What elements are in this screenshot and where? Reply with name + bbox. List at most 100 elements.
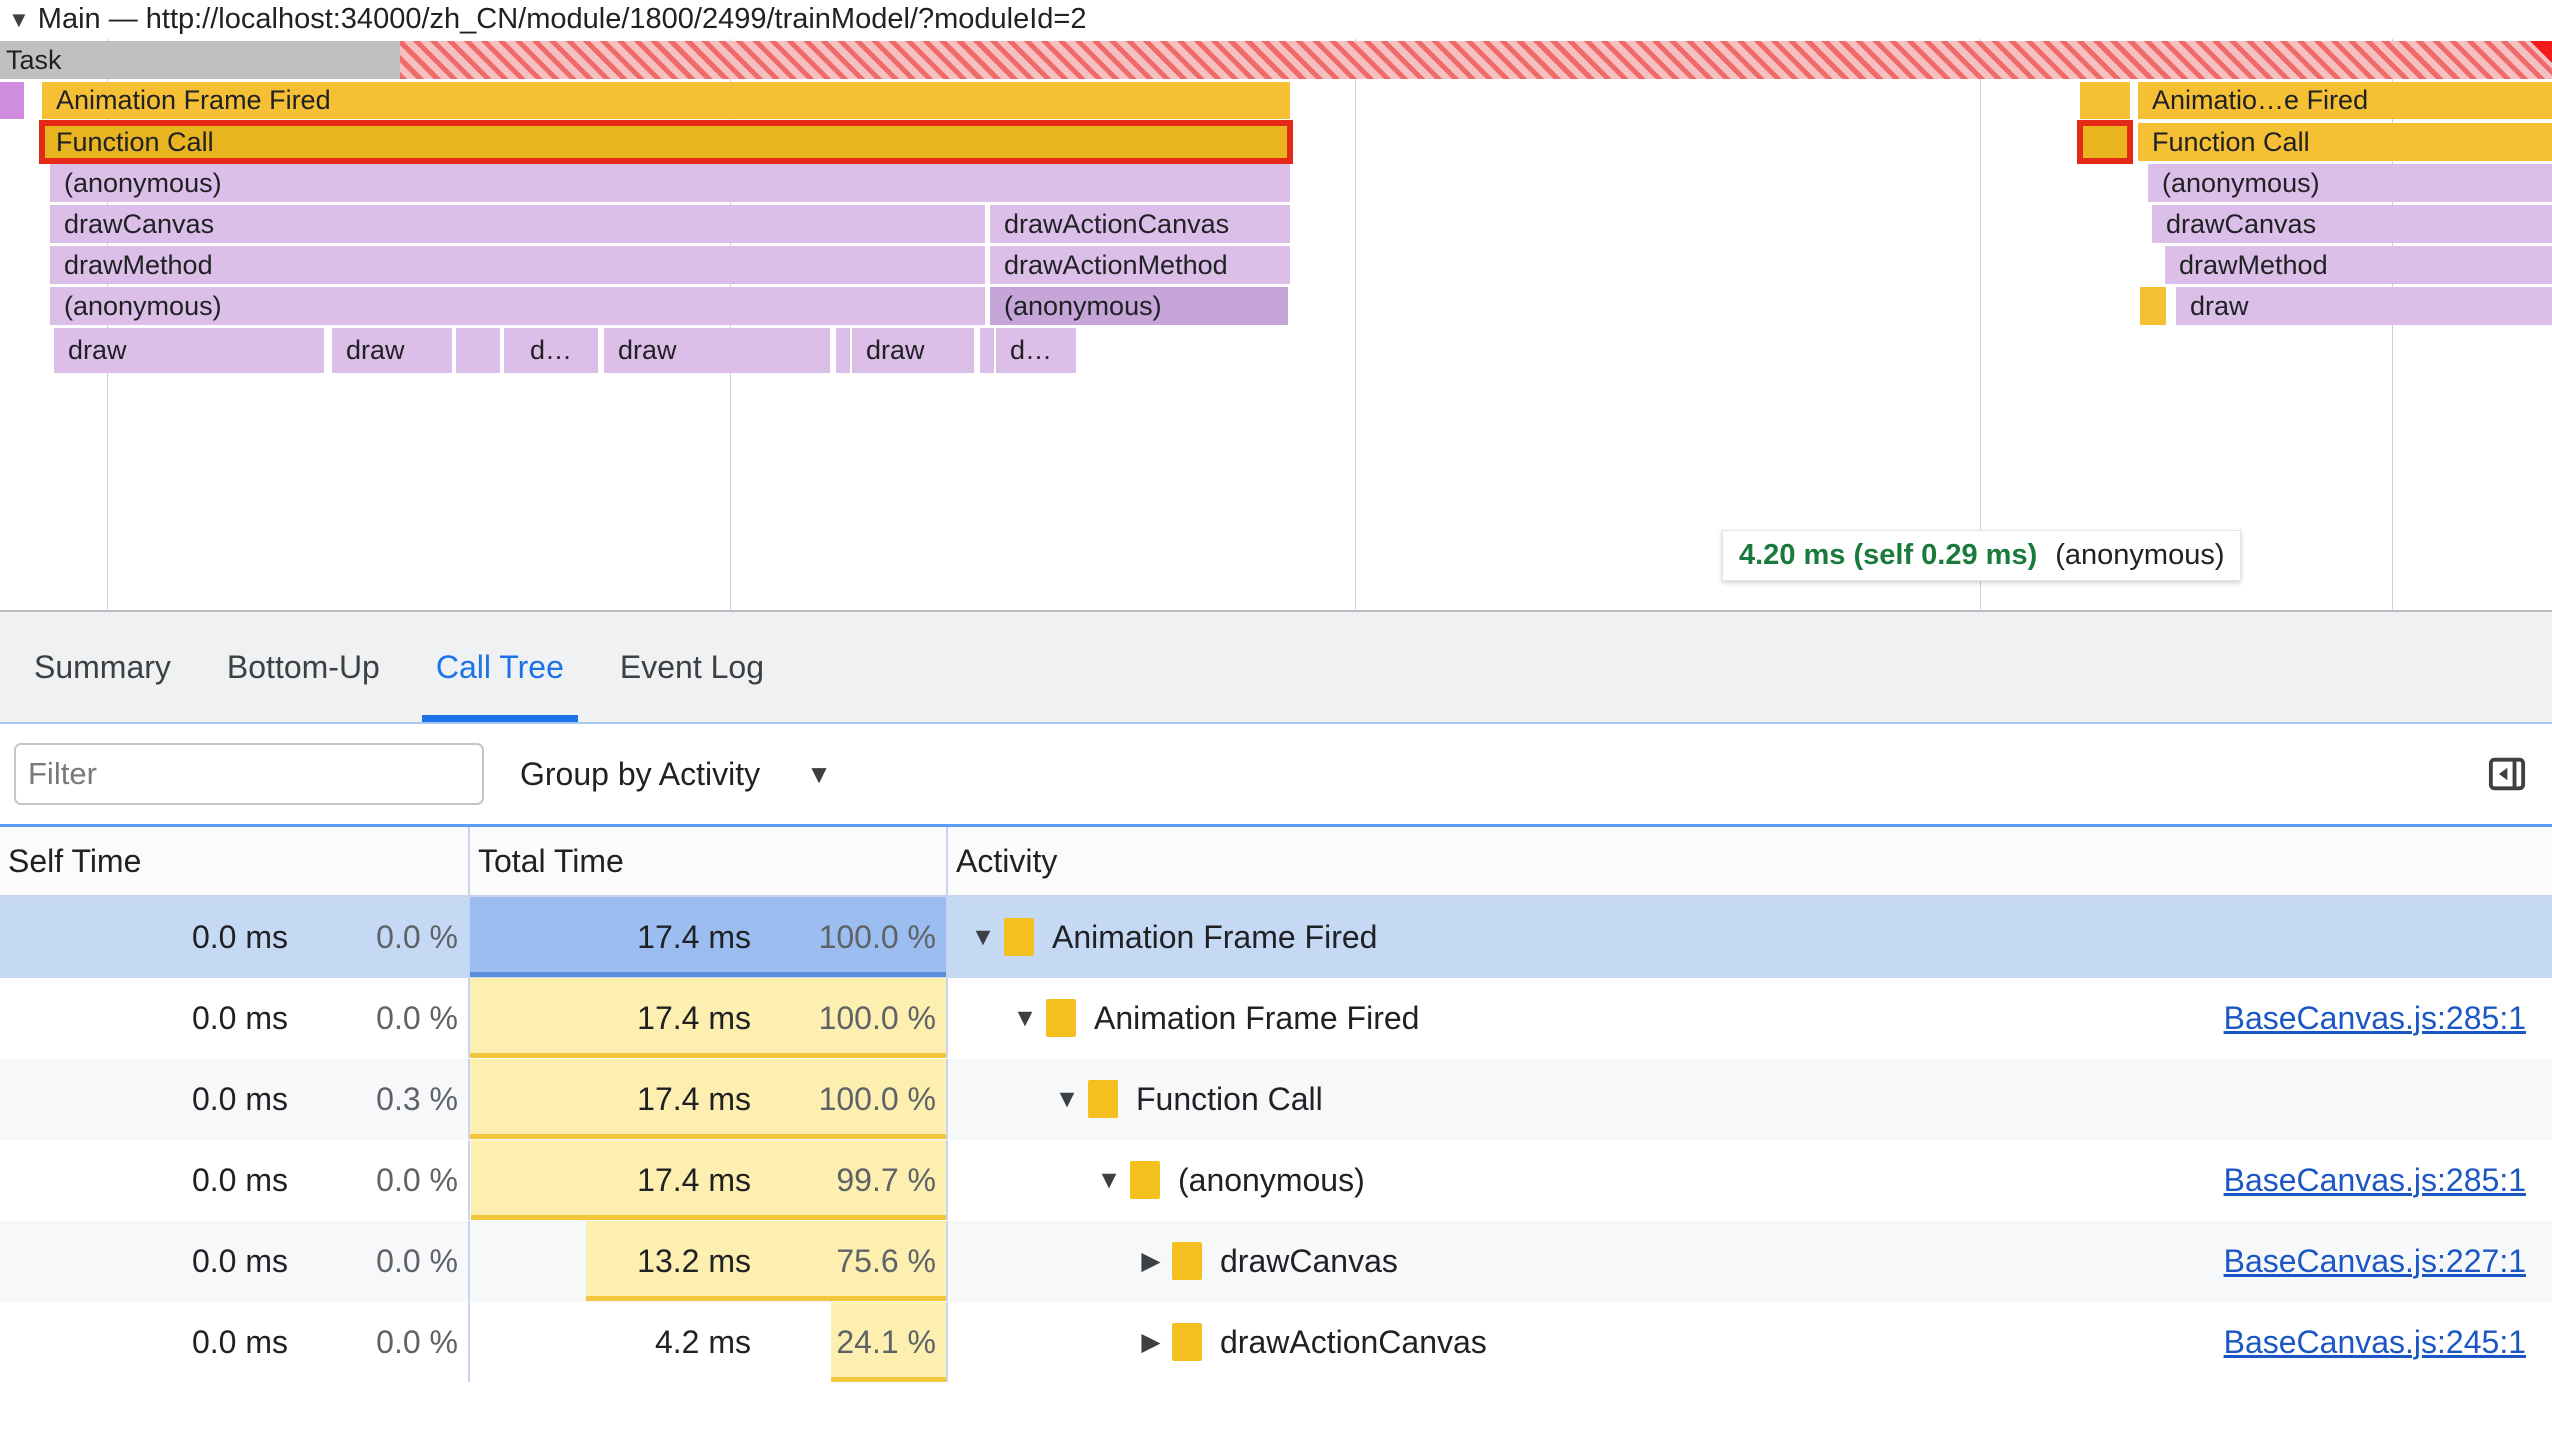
flame-bar-label: Function Call — [56, 127, 214, 158]
flame-bar[interactable] — [456, 328, 500, 373]
activity-label: Animation Frame Fired — [1094, 1000, 1419, 1037]
table-row[interactable]: 0.0 ms0.0 %13.2 ms75.6 %▶drawCanvasBaseC… — [0, 1221, 2552, 1302]
activity-color-swatch — [1004, 918, 1034, 956]
disclosure-collapsed-icon[interactable]: ▶ — [1130, 1327, 1172, 1357]
tab-event-log[interactable]: Event Log — [592, 612, 792, 722]
cell-self-time: 0.0 ms0.0 % — [0, 1140, 470, 1220]
activity-tree-node[interactable]: ▼(anonymous) — [948, 1161, 1365, 1199]
activity-tree-node[interactable]: ▶drawCanvas — [948, 1242, 1398, 1280]
activity-label: Function Call — [1136, 1081, 1323, 1118]
table-row[interactable]: 0.0 ms0.0 %17.4 ms100.0 % ▼ Animation Fram… — [0, 978, 2552, 1059]
table-row[interactable]: 0.0 ms0.3 %17.4 ms100.0 %▼Function Call — [0, 1059, 2552, 1140]
self-time-percent: 0.3 % — [288, 1081, 458, 1118]
activity-color-swatch — [1046, 999, 1076, 1037]
activity-tree-node[interactable]: ▶drawActionCanvas — [948, 1323, 1487, 1361]
flame-bar[interactable]: Function Call — [2138, 123, 2552, 161]
self-time-percent: 0.0 % — [288, 919, 458, 956]
column-header-self-time[interactable]: Self Time — [0, 827, 470, 895]
table-filler — [0, 1383, 2552, 1407]
tab-summary[interactable]: Summary — [6, 612, 199, 722]
total-time-ms: 17.4 ms — [561, 1081, 751, 1118]
cell-activity: ▼ Function Call — [948, 1059, 2552, 1139]
source-location-link[interactable]: BaseCanvas.js:285:1 — [2224, 1162, 2526, 1199]
flame-bar[interactable]: draw — [332, 328, 452, 373]
flame-bar[interactable]: Animatio…e Fired — [2138, 82, 2552, 119]
grid-line — [1980, 0, 1981, 610]
cell-self-time: 0.0 ms0.0 % — [0, 897, 470, 977]
flame-bar[interactable] — [2080, 82, 2130, 119]
flame-chart-panel[interactable]: ▼ Main — http://localhost:34000/zh_CN/mo… — [0, 0, 2552, 610]
track-title[interactable]: ▼ Main — http://localhost:34000/zh_CN/mo… — [0, 0, 2552, 39]
flame-bar[interactable]: drawActionMethod — [990, 246, 1290, 284]
flame-bar[interactable]: (anonymous) — [990, 287, 1288, 325]
flame-bar[interactable]: Task — [0, 41, 400, 79]
source-location-link[interactable]: BaseCanvas.js:285:1 — [2224, 1000, 2526, 1037]
flame-bar[interactable]: drawActionCanvas — [990, 205, 1290, 243]
flame-bar[interactable] — [980, 328, 994, 373]
flame-bar[interactable]: Function Call — [42, 123, 1290, 161]
self-time-percent: 0.0 % — [288, 1162, 458, 1199]
flame-bar[interactable] — [2140, 287, 2166, 325]
table-row[interactable]: 0.0 ms0.0 %4.2 ms24.1 %▶drawActionCanvas… — [0, 1302, 2552, 1383]
column-header-total-time[interactable]: Total Time — [470, 827, 948, 895]
disclosure-expanded-icon[interactable]: ▼ — [1046, 1085, 1088, 1114]
flame-bar[interactable]: (anonymous) — [50, 164, 1290, 202]
activity-tree-node[interactable]: ▼ Animation Frame Fired — [948, 918, 1377, 956]
disclosure-collapsed-icon[interactable]: ▶ — [1130, 1246, 1172, 1276]
cell-activity: ▼ Animation Frame Fired BaseCanvas.js:285:… — [948, 978, 2552, 1058]
flame-bar[interactable]: draw — [2176, 287, 2552, 325]
disclosure-expanded-icon[interactable]: ▼ — [1088, 1166, 1130, 1195]
flame-bar[interactable]: (anonymous) — [50, 287, 985, 325]
disclosure-expanded-icon[interactable]: ▼ — [962, 923, 1004, 952]
flame-bar-label: draw — [68, 335, 127, 366]
flame-bar[interactable] — [836, 328, 850, 373]
activity-tree-node[interactable]: ▼ Animation Frame Fired — [948, 999, 1419, 1037]
column-header-activity[interactable]: Activity — [948, 827, 2552, 895]
filter-input[interactable] — [14, 743, 484, 805]
flame-bar[interactable]: draw — [54, 328, 324, 373]
flame-bar[interactable]: (anonymous) — [2148, 164, 2552, 202]
flame-bar[interactable] — [2080, 123, 2130, 161]
table-body: 0.0 ms0.0 %17.4 ms100.0 %▼Animation Fram… — [0, 897, 2552, 1383]
group-by-select[interactable]: Group by Activity ▼ — [520, 756, 832, 793]
table-row[interactable]: 0.0 ms0.0 % 17.4 ms99.7 % ▼(anonymous) Base… — [0, 1140, 2552, 1221]
flame-bar[interactable]: drawMethod — [50, 246, 985, 284]
source-location-link[interactable]: BaseCanvas.js:227:1 — [2224, 1243, 2526, 1280]
flame-bar-label: draw — [866, 335, 925, 366]
flame-bar-label: draw — [346, 335, 405, 366]
table-row[interactable]: 0.0 ms0.0 %17.4 ms100.0 % ▼ Animation Fram… — [0, 897, 2552, 978]
activity-label: Animation Frame Fired — [1052, 919, 1377, 956]
flame-bar[interactable]: Animation Frame Fired — [42, 82, 1290, 119]
activity-tree-node[interactable]: ▼ Function Call — [948, 1080, 1323, 1118]
disclosure-expanded-icon[interactable]: ▼ — [1004, 1004, 1046, 1033]
flame-bar[interactable]: d… — [516, 328, 598, 373]
flame-bar[interactable]: drawCanvas — [2152, 205, 2552, 243]
cell-total-time: 17.4 ms100.0 % — [470, 978, 948, 1058]
self-time-ms: 0.0 ms — [98, 1243, 288, 1280]
sidebar-toggle-icon[interactable] — [2484, 751, 2530, 797]
source-location-link[interactable]: BaseCanvas.js:245:1 — [2224, 1324, 2526, 1361]
flame-bar[interactable]: draw — [852, 328, 974, 373]
total-time-ms: 17.4 ms — [561, 1162, 751, 1199]
flame-bar-label: (anonymous) — [2162, 168, 2320, 199]
track-title-label: Main — http://localhost:34000/zh_CN/modu… — [38, 3, 1087, 36]
flame-bar[interactable] — [400, 41, 2552, 79]
table-header-row: Self Time Total Time Activity — [0, 827, 2552, 897]
tab-bottom-up[interactable]: Bottom-Up — [199, 612, 408, 722]
flame-bar[interactable]: d… — [996, 328, 1076, 373]
total-time-percent: 99.7 % — [751, 1162, 936, 1199]
activity-color-swatch — [1172, 1242, 1202, 1280]
cell-self-time: 0.0 ms0.3 % — [0, 1059, 470, 1139]
chevron-down-icon[interactable]: ▼ — [806, 759, 832, 790]
cell-self-time: 0.0 ms0.0 % — [0, 978, 470, 1058]
flame-bar[interactable]: draw — [604, 328, 830, 373]
cell-total-time: 17.4 ms100.0 % — [470, 897, 948, 977]
self-time-ms: 0.0 ms — [98, 1000, 288, 1037]
flame-bar[interactable]: drawCanvas — [50, 205, 985, 243]
cell-total-time: 13.2 ms75.6 % — [470, 1221, 948, 1301]
collapse-caret-icon[interactable]: ▼ — [8, 7, 30, 33]
flame-bar[interactable] — [0, 82, 24, 119]
flame-bar[interactable]: drawMethod — [2165, 246, 2552, 284]
flame-bar-label: drawCanvas — [64, 209, 214, 240]
tab-call-tree[interactable]: Call Tree — [408, 612, 592, 722]
